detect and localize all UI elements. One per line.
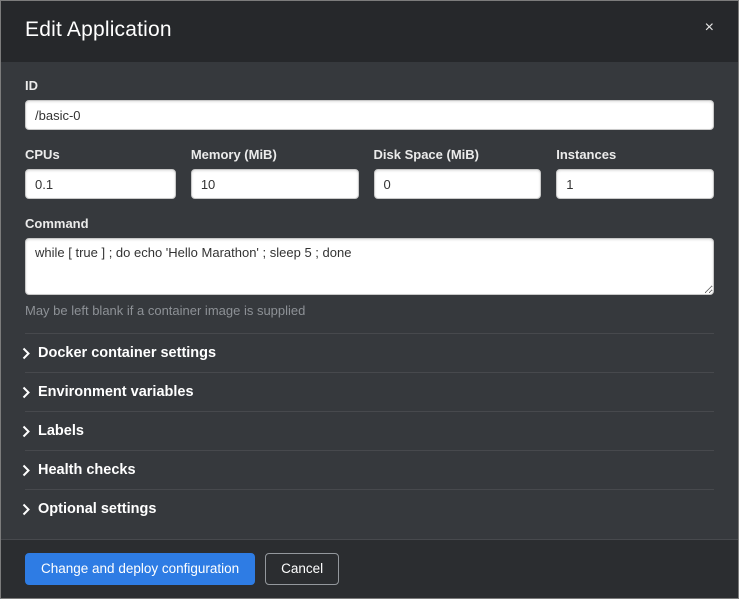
modal-header: Edit Application × <box>1 1 738 62</box>
cpus-label: CPUs <box>25 147 176 162</box>
close-icon[interactable]: × <box>705 18 714 36</box>
chevron-right-icon <box>22 425 38 438</box>
section-label: Environment variables <box>38 384 194 400</box>
change-and-deploy-button[interactable]: Change and deploy configuration <box>25 553 255 585</box>
modal-title: Edit Application <box>25 18 172 42</box>
disk-field: Disk Space (MiB) <box>374 147 542 199</box>
section-label: Labels <box>38 423 84 439</box>
section-labels[interactable]: Labels <box>25 411 714 450</box>
cpus-input[interactable] <box>25 169 176 199</box>
modal-body: ID CPUs Memory (MiB) Disk Space (MiB) In… <box>1 62 738 539</box>
memory-input[interactable] <box>191 169 359 199</box>
edit-application-modal: Edit Application × ID CPUs Memory (MiB) … <box>0 0 739 599</box>
memory-field: Memory (MiB) <box>191 147 359 199</box>
instances-field: Instances <box>556 147 714 199</box>
section-label: Docker container settings <box>38 345 216 361</box>
section-health-checks[interactable]: Health checks <box>25 450 714 489</box>
modal-footer: Change and deploy configuration Cancel <box>1 539 738 598</box>
chevron-right-icon <box>22 347 38 360</box>
disk-input[interactable] <box>374 169 542 199</box>
id-label: ID <box>25 78 714 93</box>
section-docker-container-settings[interactable]: Docker container settings <box>25 333 714 372</box>
command-label: Command <box>25 216 714 231</box>
collapsible-sections: Docker container settings Environment va… <box>25 333 714 528</box>
command-textarea[interactable]: while [ true ] ; do echo 'Hello Marathon… <box>25 238 714 295</box>
cpus-field: CPUs <box>25 147 176 199</box>
instances-input[interactable] <box>556 169 714 199</box>
command-help-text: May be left blank if a container image i… <box>25 303 714 318</box>
memory-label: Memory (MiB) <box>191 147 359 162</box>
command-field: Command while [ true ] ; do echo 'Hello … <box>25 216 714 318</box>
chevron-right-icon <box>22 464 38 477</box>
id-input[interactable] <box>25 100 714 130</box>
instances-label: Instances <box>556 147 714 162</box>
section-optional-settings[interactable]: Optional settings <box>25 489 714 528</box>
section-environment-variables[interactable]: Environment variables <box>25 372 714 411</box>
id-field: ID <box>25 78 714 130</box>
section-label: Health checks <box>38 462 136 478</box>
resources-row: CPUs Memory (MiB) Disk Space (MiB) Insta… <box>25 147 714 199</box>
disk-label: Disk Space (MiB) <box>374 147 542 162</box>
cancel-button[interactable]: Cancel <box>265 553 339 585</box>
chevron-right-icon <box>22 386 38 399</box>
section-label: Optional settings <box>38 501 156 517</box>
chevron-right-icon <box>22 503 38 516</box>
